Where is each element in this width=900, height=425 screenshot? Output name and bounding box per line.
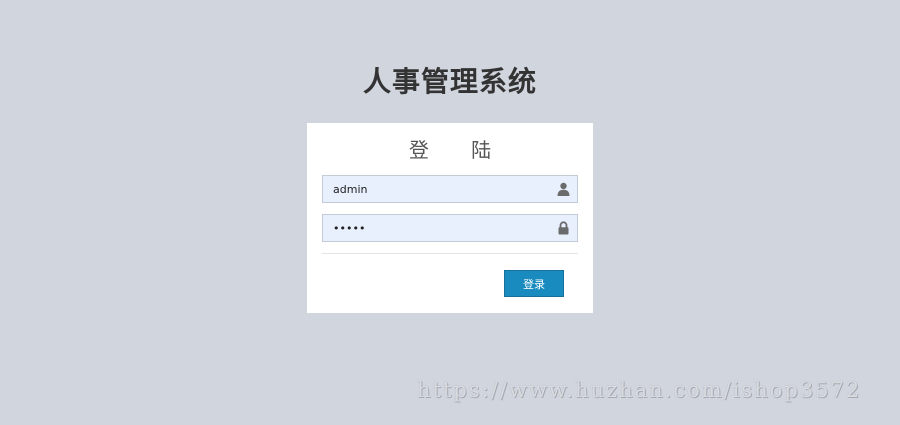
watermark-text: https://www.huzhan.com/ishop3572: [417, 378, 862, 402]
page-title: 人事管理系统: [362, 65, 537, 98]
login-panel: 登 陆 登录: [307, 123, 593, 313]
lock-icon: [558, 221, 569, 235]
username-field[interactable]: [322, 175, 578, 203]
user-icon: [557, 182, 570, 196]
username-input[interactable]: [323, 176, 553, 202]
login-heading: 登 陆: [408, 138, 510, 162]
password-input[interactable]: [323, 215, 553, 241]
form-divider: [322, 253, 578, 254]
login-button[interactable]: 登录: [504, 270, 564, 297]
password-field[interactable]: [322, 214, 578, 242]
